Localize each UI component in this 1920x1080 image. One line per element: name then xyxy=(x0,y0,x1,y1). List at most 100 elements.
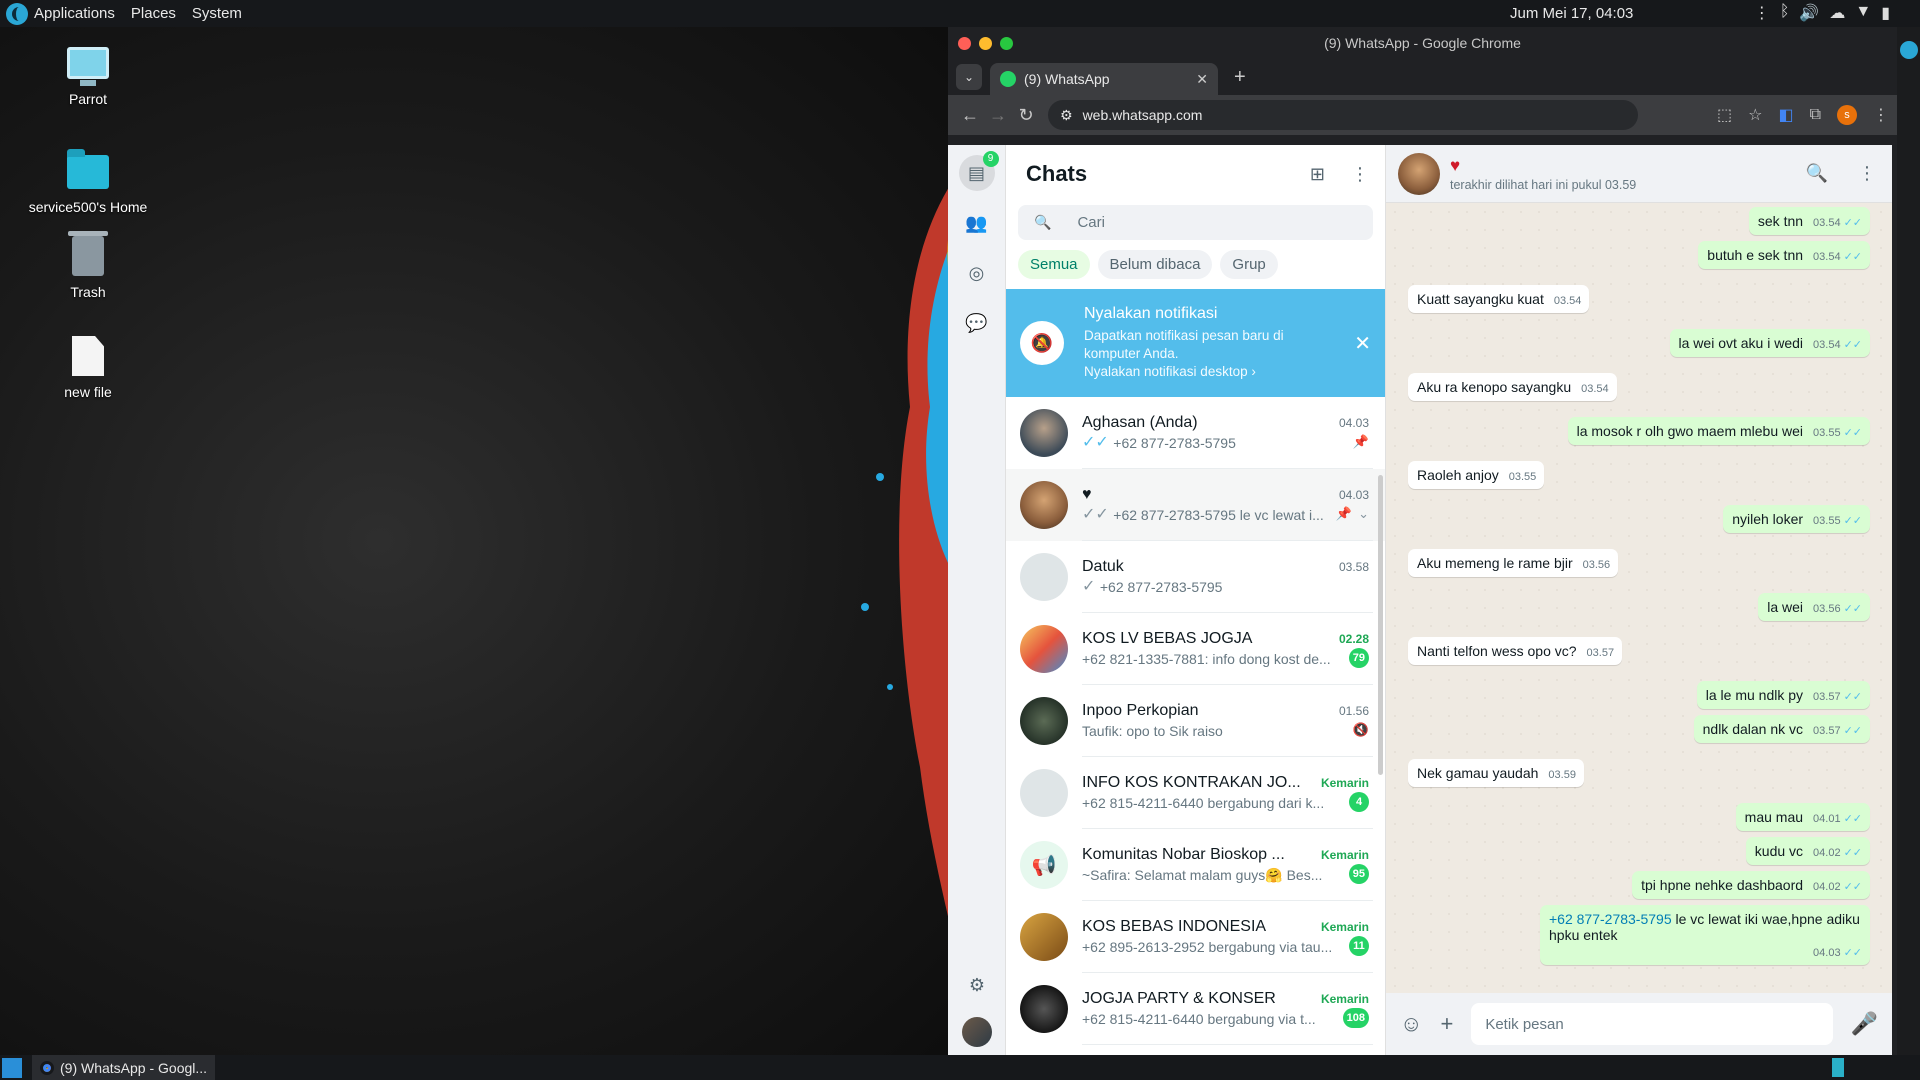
close-tab-icon[interactable]: ✕ xyxy=(1196,71,1208,88)
translate-extension-icon[interactable]: ◧ xyxy=(1778,105,1793,125)
bluetooth-icon[interactable]: ᛒ xyxy=(1780,3,1790,23)
menu-applications[interactable]: Applications xyxy=(34,5,115,22)
phone-number-link[interactable]: +62 877-2783-5795 xyxy=(1549,911,1672,927)
battery-icon[interactable]: ▮ xyxy=(1881,3,1890,23)
desktop-icon-parrot[interactable]: Parrot xyxy=(13,41,163,107)
message-incoming[interactable]: Raoleh anjoy 03.55 xyxy=(1408,461,1870,489)
message-outgoing[interactable]: +62 877-2783-5795 le vc lewat iki wae,hp… xyxy=(1408,905,1870,965)
chevron-down-icon[interactable]: ⌄ xyxy=(1358,506,1369,522)
chat-item[interactable]: Datuk 03.58 ✓ +62 877-2783-5795 xyxy=(1006,541,1385,613)
message-outgoing[interactable]: ndlk dalan nk vc 03.57 ✓✓ xyxy=(1408,715,1870,743)
desktop-icon-trash[interactable]: Trash xyxy=(13,231,163,300)
search-input[interactable]: 🔍 Cari xyxy=(1018,205,1373,240)
panel-clock[interactable]: Jum Mei 17, 04:03 xyxy=(1510,5,1633,22)
menu-dots-icon[interactable]: ⋮ xyxy=(1858,163,1876,184)
tab-search-button[interactable]: ⌄ xyxy=(956,64,982,90)
chat-avatar xyxy=(1020,697,1068,745)
trash-icon xyxy=(68,231,108,276)
forward-icon[interactable]: → xyxy=(984,105,1012,126)
tab-whatsapp[interactable]: (9) WhatsApp ✕ xyxy=(990,63,1218,95)
chat-preview: +62 821-1335-7881: info dong kost de... xyxy=(1082,651,1331,667)
settings-gear-icon[interactable]: ⚙ xyxy=(959,967,995,1003)
chat-name: Datuk xyxy=(1082,557,1124,575)
window-titlebar[interactable]: (9) WhatsApp - Google Chrome xyxy=(948,27,1897,59)
communities-nav-icon[interactable]: 👥 xyxy=(959,205,995,241)
contact-avatar[interactable] xyxy=(1398,152,1440,195)
message-input[interactable]: Ketik pesan xyxy=(1471,1003,1833,1045)
enable-notifications-link[interactable]: Nyalakan notifikasi desktop › xyxy=(1084,363,1284,381)
extensions-puzzle-icon[interactable]: ⧉ xyxy=(1810,106,1821,124)
volume-icon[interactable]: 🔊 xyxy=(1799,3,1819,23)
parrot-logo-icon[interactable] xyxy=(6,2,28,25)
reload-icon[interactable]: ↻ xyxy=(1012,105,1040,126)
chrome-menu-icon[interactable]: ⋮ xyxy=(1873,105,1889,125)
chat-item[interactable]: Inpoo Perkopian 01.56 Taufik: opo to Sik … xyxy=(1006,685,1385,757)
address-bar[interactable]: ⚙ web.whatsapp.com xyxy=(1048,100,1638,130)
message-outgoing[interactable]: la mosok r olh gwo maem mlebu wei 03.55 ✓✓ xyxy=(1408,417,1870,445)
message-outgoing[interactable]: la wei ovt aku i wedi 03.54 ✓✓ xyxy=(1408,329,1870,357)
menu-places[interactable]: Places xyxy=(131,5,176,22)
message-outgoing[interactable]: mau mau 04.01 ✓✓ xyxy=(1408,803,1870,831)
overflow-icon[interactable]: ⋮ xyxy=(1754,3,1770,23)
filter-groups[interactable]: Grup xyxy=(1220,250,1278,279)
message-outgoing[interactable]: la le mu ndlk py 03.57 ✓✓ xyxy=(1408,681,1870,709)
message-outgoing[interactable]: tpi hpne nehke dashbaord 04.02 ✓✓ xyxy=(1408,871,1870,899)
message-incoming[interactable]: Nanti telfon wess opo vc? 03.57 xyxy=(1408,637,1870,665)
desktop-icon-home[interactable]: service500's Home xyxy=(13,149,163,215)
message-outgoing[interactable]: kudu vc 04.02 ✓✓ xyxy=(1408,837,1870,865)
bookmark-star-icon[interactable]: ☆ xyxy=(1748,105,1762,125)
chat-item[interactable]: Aghasan (Anda) 04.03 ✓✓ +62 877-2783-5795… xyxy=(1006,397,1385,469)
emoji-icon[interactable]: ☺ xyxy=(1400,1011,1422,1037)
chat-item[interactable]: JOGJA PARTY & KONSER Kemarin +62 815-4211… xyxy=(1006,973,1385,1045)
my-profile-avatar[interactable] xyxy=(962,1017,992,1047)
filter-all[interactable]: Semua xyxy=(1018,250,1090,279)
show-desktop-button[interactable] xyxy=(2,1057,22,1078)
chat-item[interactable]: 📢 Komunitas Nobar Bioskop ... Kemarin ~Sa… xyxy=(1006,829,1385,901)
message-outgoing[interactable]: sek tnn 03.54 ✓✓ xyxy=(1408,207,1870,235)
chat-item[interactable]: ♥ 04.03 ✓✓ +62 877-2783-5795 le vc lewat … xyxy=(1006,469,1385,541)
message-text: la wei xyxy=(1767,599,1804,615)
chat-item[interactable]: KOS BEBAS INDONESIA Kemarin +62 895-2613-… xyxy=(1006,901,1385,973)
chat-item[interactable]: KOS LV BEBAS JOGJA 02.28 +62 821-1335-788… xyxy=(1006,613,1385,685)
top-panel: Applications Places System Jum Mei 17, 0… xyxy=(0,0,1920,27)
status-nav-icon[interactable]: ◎ xyxy=(959,255,995,291)
message-outgoing[interactable]: butuh e sek tnn 03.54 ✓✓ xyxy=(1408,241,1870,269)
search-icon[interactable]: 🔍 xyxy=(1806,163,1828,184)
filter-unread[interactable]: Belum dibaca xyxy=(1097,250,1213,279)
url-text: web.whatsapp.com xyxy=(1082,107,1203,123)
menu-dots-icon[interactable]: ⋮ xyxy=(1351,164,1369,185)
site-info-icon[interactable]: ⚙ xyxy=(1060,107,1073,124)
rail-bottom: ⚙ xyxy=(948,957,1006,1047)
profile-avatar[interactable]: s xyxy=(1837,105,1857,125)
wifi-icon[interactable]: ▼ xyxy=(1855,3,1871,23)
new-chat-icon[interactable]: ⊞ xyxy=(1310,164,1325,185)
workspace-indicator[interactable] xyxy=(1832,1058,1844,1077)
cloud-icon[interactable]: ☁ xyxy=(1829,3,1845,23)
chats-nav-icon[interactable]: ▤ 9 xyxy=(958,151,999,191)
conversation-header[interactable]: ♥ terakhir dilihat hari ini pukul 03.59 … xyxy=(1386,145,1892,203)
new-tab-button[interactable]: + xyxy=(1234,66,1246,89)
close-banner-icon[interactable]: ✕ xyxy=(1354,331,1371,356)
notification-banner[interactable]: 🔕 Nyalakan notifikasi Dapatkan notifikas… xyxy=(1006,289,1385,397)
search-placeholder: Cari xyxy=(1077,214,1105,231)
message-incoming[interactable]: Aku memeng le rame bjir 03.56 xyxy=(1408,549,1870,577)
message-incoming[interactable]: Nek gamau yaudah 03.59 xyxy=(1408,759,1870,787)
microphone-icon[interactable]: 🎤 xyxy=(1851,1011,1878,1037)
desktop-icon-new-file[interactable]: new file xyxy=(13,332,163,400)
message-text: Aku memeng le rame bjir xyxy=(1417,555,1573,571)
chat-item[interactable]: INFO KOS KONTRAKAN JO... Kemarin +62 815-… xyxy=(1006,757,1385,829)
chat-name: Inpoo Perkopian xyxy=(1082,702,1199,719)
chat-list-scrollbar[interactable] xyxy=(1378,475,1383,775)
channels-nav-icon[interactable]: 💬 xyxy=(959,305,995,341)
power-icon[interactable] xyxy=(1899,41,1918,59)
message-incoming[interactable]: Aku ra kenopo sayangku 03.54 xyxy=(1408,373,1870,401)
message-incoming[interactable]: Kuatt sayangku kuat 03.54 xyxy=(1408,285,1870,313)
attach-plus-icon[interactable]: + xyxy=(1440,1011,1453,1037)
message-outgoing[interactable]: nyileh loker 03.55 ✓✓ xyxy=(1408,505,1870,533)
message-outgoing[interactable]: la wei 03.56 ✓✓ xyxy=(1408,593,1870,621)
chat-preview: +62 877-2783-5795 le vc lewat i... xyxy=(1113,507,1324,523)
back-icon[interactable]: ← xyxy=(956,105,984,126)
install-app-icon[interactable]: ⬚ xyxy=(1717,105,1732,125)
taskbar-item-chrome[interactable]: (9) WhatsApp - Googl... xyxy=(32,1055,216,1080)
menu-system[interactable]: System xyxy=(192,5,242,22)
